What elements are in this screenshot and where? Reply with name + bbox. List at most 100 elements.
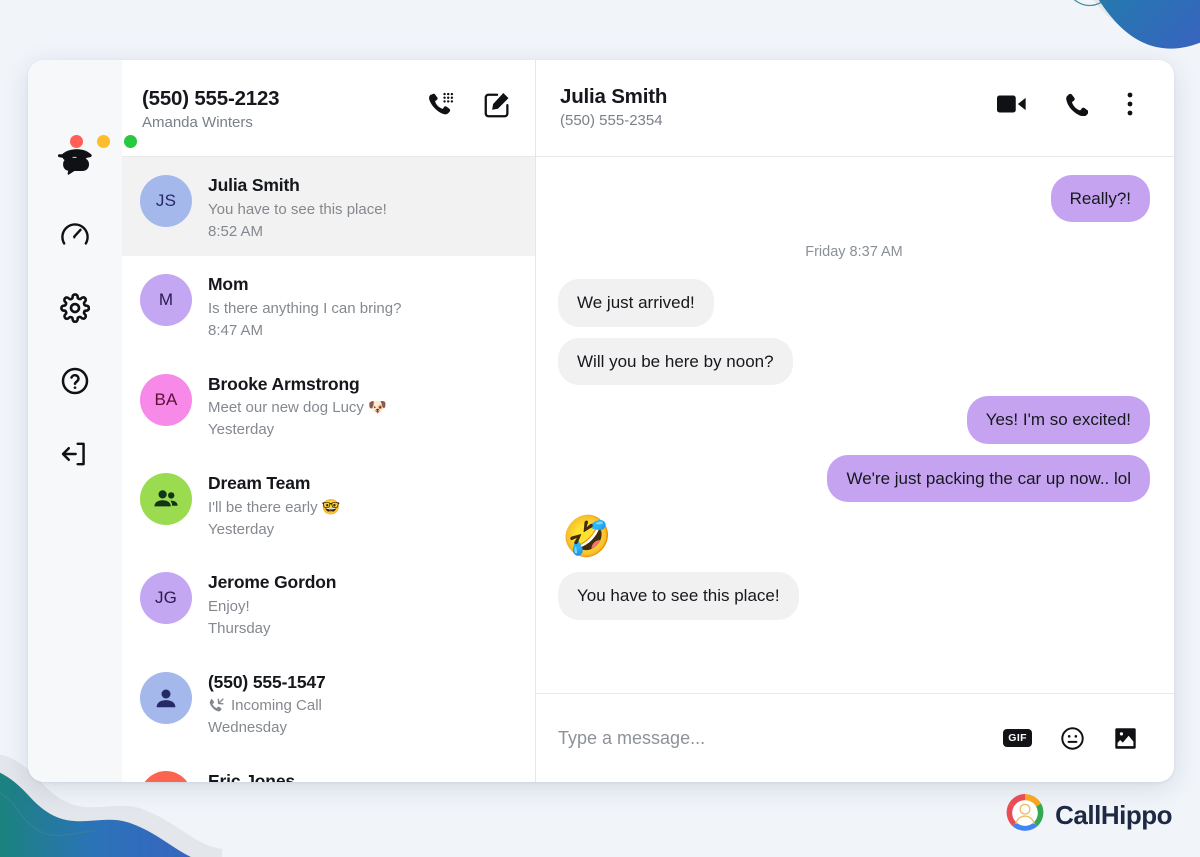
- more-vertical-icon[interactable]: [1126, 91, 1134, 117]
- conversation-body: Mom Is there anything I can bring? 8:47 AM: [208, 272, 517, 340]
- conversation-time: 8:52 AM: [208, 222, 264, 240]
- gear-icon: [60, 293, 90, 323]
- callhippo-logo: CallHippo: [1006, 794, 1172, 837]
- conversation-preview: Meet our new dog Lucy 🐶: [208, 398, 517, 418]
- person-icon: [140, 671, 192, 724]
- sidebar-item-logout[interactable]: [49, 428, 101, 480]
- avatar: M: [140, 274, 192, 327]
- window-traffic-lights: [70, 135, 137, 148]
- minimize-button[interactable]: [97, 135, 110, 148]
- chat-panel: Julia Smith (550) 555-2354 Really?! Frid…: [536, 60, 1174, 782]
- conversation-preview: Is there anything I can bring?: [208, 299, 517, 319]
- conversation-name: Mom: [208, 274, 249, 295]
- chat-contact-name: Julia Smith: [560, 85, 668, 108]
- callhippo-mark-icon: [1006, 794, 1044, 837]
- message-daystamp: Friday 8:37 AM: [805, 244, 903, 261]
- conversation-row[interactable]: (550) 555-1547 Incoming Call Wednesday: [122, 654, 535, 753]
- chat-contact-number: (550) 555-2354: [560, 112, 663, 129]
- conversation-row[interactable]: JS Julia Smith You have to see this place!…: [122, 157, 535, 257]
- conversation-time: 8:47 AM: [208, 321, 264, 339]
- conversation-body: Dream Team I'll be there early 🤓 Yesterday: [208, 471, 517, 539]
- avatar: JS: [140, 175, 192, 227]
- conversation-body: Jerome Gordon Enjoy! Thursday: [208, 570, 517, 638]
- conversation-preview: Incoming Call: [208, 696, 517, 716]
- conversation-row[interactable]: BA Brooke Armstrong Meet our new dog Lucy …: [122, 356, 535, 455]
- message-bubble: We just arrived!: [558, 279, 714, 327]
- conversation-name: Jerome Gordon: [208, 572, 337, 593]
- sidebar-item-settings[interactable]: [49, 282, 101, 334]
- help-circle-icon: [60, 366, 90, 396]
- message-composer: GIF: [536, 694, 1174, 782]
- compose-icon[interactable]: [484, 91, 511, 118]
- callhippo-wordmark: CallHippo: [1055, 800, 1172, 830]
- conversation-list[interactable]: JS Julia Smith You have to see this place!…: [122, 157, 535, 782]
- conversation-preview-text: Meet our new dog Lucy 🐶: [208, 399, 387, 417]
- conversation-body: (550) 555-1547 Incoming Call Wednesday: [208, 670, 517, 738]
- conversation-body: Julia Smith You have to see this place! 8:…: [208, 173, 517, 241]
- gauge-icon: [60, 220, 90, 250]
- conversation-list-panel: (550) 555-2123 Amanda Winters JS Julia S…: [122, 60, 536, 782]
- conversation-body: Eric JonesShe's doing well, thanks ❤️: [208, 769, 517, 782]
- message-row: 🤣: [558, 513, 1150, 561]
- maximize-button[interactable]: [124, 135, 137, 148]
- conversation-time: Thursday: [208, 619, 271, 637]
- message-row: Will you be here by noon?: [558, 337, 1150, 386]
- conversation-name: Julia Smith: [208, 175, 300, 195]
- avatar: BA: [140, 373, 192, 426]
- gif-icon[interactable]: GIF: [1003, 729, 1032, 747]
- conversation-body: Brooke Armstrong Meet our new dog Lucy 🐶 Y…: [208, 372, 517, 440]
- avatar: JG: [140, 572, 192, 625]
- app-window: (550) 555-2123 Amanda Winters JS Julia S…: [28, 60, 1174, 782]
- conversation-preview-text: Enjoy!: [208, 598, 250, 616]
- conversation-row[interactable]: Dream Team I'll be there early 🤓 Yesterday: [122, 455, 535, 554]
- conversation-name: (550) 555-1547: [208, 671, 326, 692]
- list-header: (550) 555-2123 Amanda Winters: [122, 60, 535, 157]
- message-bubble: You have to see this place!: [558, 572, 799, 620]
- conversation-preview: You have to see this place!: [208, 200, 517, 220]
- message-bubble: Will you be here by noon?: [558, 337, 793, 386]
- message-input[interactable]: [558, 727, 986, 749]
- message-emoji: 🤣: [562, 515, 612, 560]
- account-number: (550) 555-2123: [142, 87, 280, 110]
- message-row: We're just packing the car up now.. lol: [558, 454, 1150, 503]
- conversation-time: Yesterday: [208, 421, 275, 439]
- conversation-row[interactable]: JG Jerome Gordon Enjoy! Thursday: [122, 554, 535, 653]
- conversation-name: Brooke Armstrong: [208, 373, 360, 394]
- conversation-preview: I'll be there early 🤓: [208, 498, 517, 518]
- message-bubble: Really?!: [1050, 175, 1150, 223]
- conversation-row[interactable]: EJ Eric JonesShe's doing well, thanks ❤️: [122, 753, 535, 782]
- conversation-preview-text: You have to see this place!: [208, 200, 387, 218]
- conversation-name: Dream Team: [208, 473, 311, 494]
- sidebar-item-help[interactable]: [49, 355, 101, 407]
- message-bubble: We're just packing the car up now.. lol: [827, 454, 1150, 503]
- conversation-time: Wednesday: [208, 719, 287, 737]
- conversation-time: Yesterday: [208, 520, 275, 538]
- sidebar-rail: [28, 60, 122, 782]
- emoji-smiley-icon[interactable]: [1060, 726, 1085, 751]
- conversation-preview: Enjoy!: [208, 597, 517, 617]
- avatar: EJ: [140, 771, 192, 782]
- conversation-preview-text: Incoming Call: [231, 697, 322, 715]
- incoming-call-icon: [208, 698, 224, 714]
- messages-phone-icon: [58, 149, 92, 175]
- message-bubble: Yes! I'm so excited!: [966, 396, 1150, 444]
- message-row: You have to see this place!: [558, 572, 1150, 620]
- chat-header: Julia Smith (550) 555-2354: [536, 60, 1174, 157]
- video-camera-icon[interactable]: [997, 93, 1026, 115]
- group-icon: [140, 473, 192, 526]
- message-row: Really?!: [558, 175, 1150, 223]
- account-owner: Amanda Winters: [142, 114, 253, 131]
- message-thread: Really?! Friday 8:37 AM We just arrived! Wi…: [536, 157, 1174, 694]
- phone-icon[interactable]: [1064, 92, 1088, 116]
- conversation-row[interactable]: M Mom Is there anything I can bring? 8:47 A…: [122, 256, 535, 355]
- conversation-preview-text: I'll be there early 🤓: [208, 498, 341, 516]
- logout-icon: [60, 439, 90, 469]
- image-icon[interactable]: [1113, 726, 1138, 751]
- sidebar-item-dashboard[interactable]: [49, 209, 101, 261]
- close-button[interactable]: [70, 135, 83, 148]
- dialpad-phone-icon[interactable]: [427, 91, 454, 118]
- conversation-preview-text: Is there anything I can bring?: [208, 300, 402, 318]
- message-row: We just arrived!: [558, 279, 1150, 327]
- conversation-name: Eric Jones: [208, 771, 296, 782]
- message-row: Yes! I'm so excited!: [558, 396, 1150, 444]
